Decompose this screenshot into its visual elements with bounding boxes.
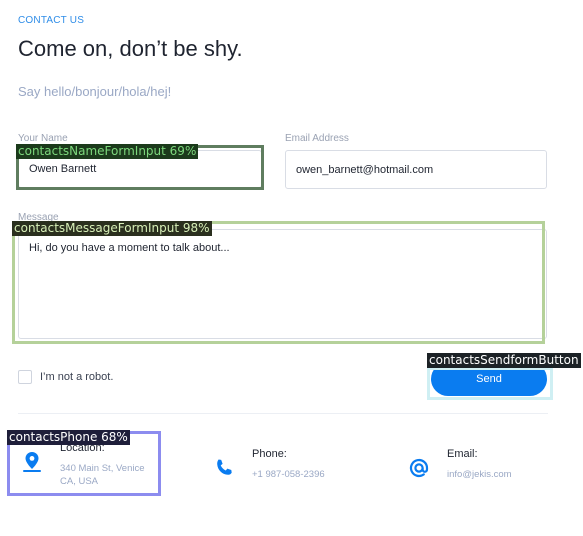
message-overlay-box: [12, 221, 545, 344]
robot-check[interactable]: I’m not a robot.: [18, 370, 113, 384]
name-overlay-tag: contactsNameFormInput 69%: [16, 144, 199, 159]
robot-checkbox[interactable]: [18, 370, 32, 384]
subtitle: Say hello/bonjour/hola/hej!: [18, 84, 172, 99]
page-title: Come on, don’t be shy.: [18, 36, 243, 61]
email-label: Email Address: [285, 133, 349, 144]
contact-email: Email: info@jekis.com: [405, 448, 512, 482]
robot-label: I’m not a robot.: [40, 371, 114, 383]
name-label: Your Name: [18, 133, 68, 144]
kicker: CONTACT US: [18, 15, 85, 26]
divider: [18, 413, 548, 414]
phone-label: Phone:: [252, 448, 287, 460]
phone-icon: [210, 454, 238, 482]
send-overlay-box: [427, 367, 553, 400]
phone-overlay-tag: contactsPhone 68%: [7, 430, 130, 445]
phone-value[interactable]: +1 987-058-2396: [252, 468, 325, 481]
at-sign-icon: [405, 454, 433, 482]
email-contact-label: Email:: [447, 448, 478, 460]
email-contact-value[interactable]: info@jekis.com: [447, 468, 512, 481]
contact-phone: Phone: +1 987-058-2396: [210, 448, 325, 482]
message-overlay-tag: contactsMessageFormInput 98%: [12, 221, 212, 236]
email-input[interactable]: owen_barnett@hotmail.com: [285, 150, 547, 189]
send-overlay-tag: contactsSendformButton: [427, 353, 581, 368]
